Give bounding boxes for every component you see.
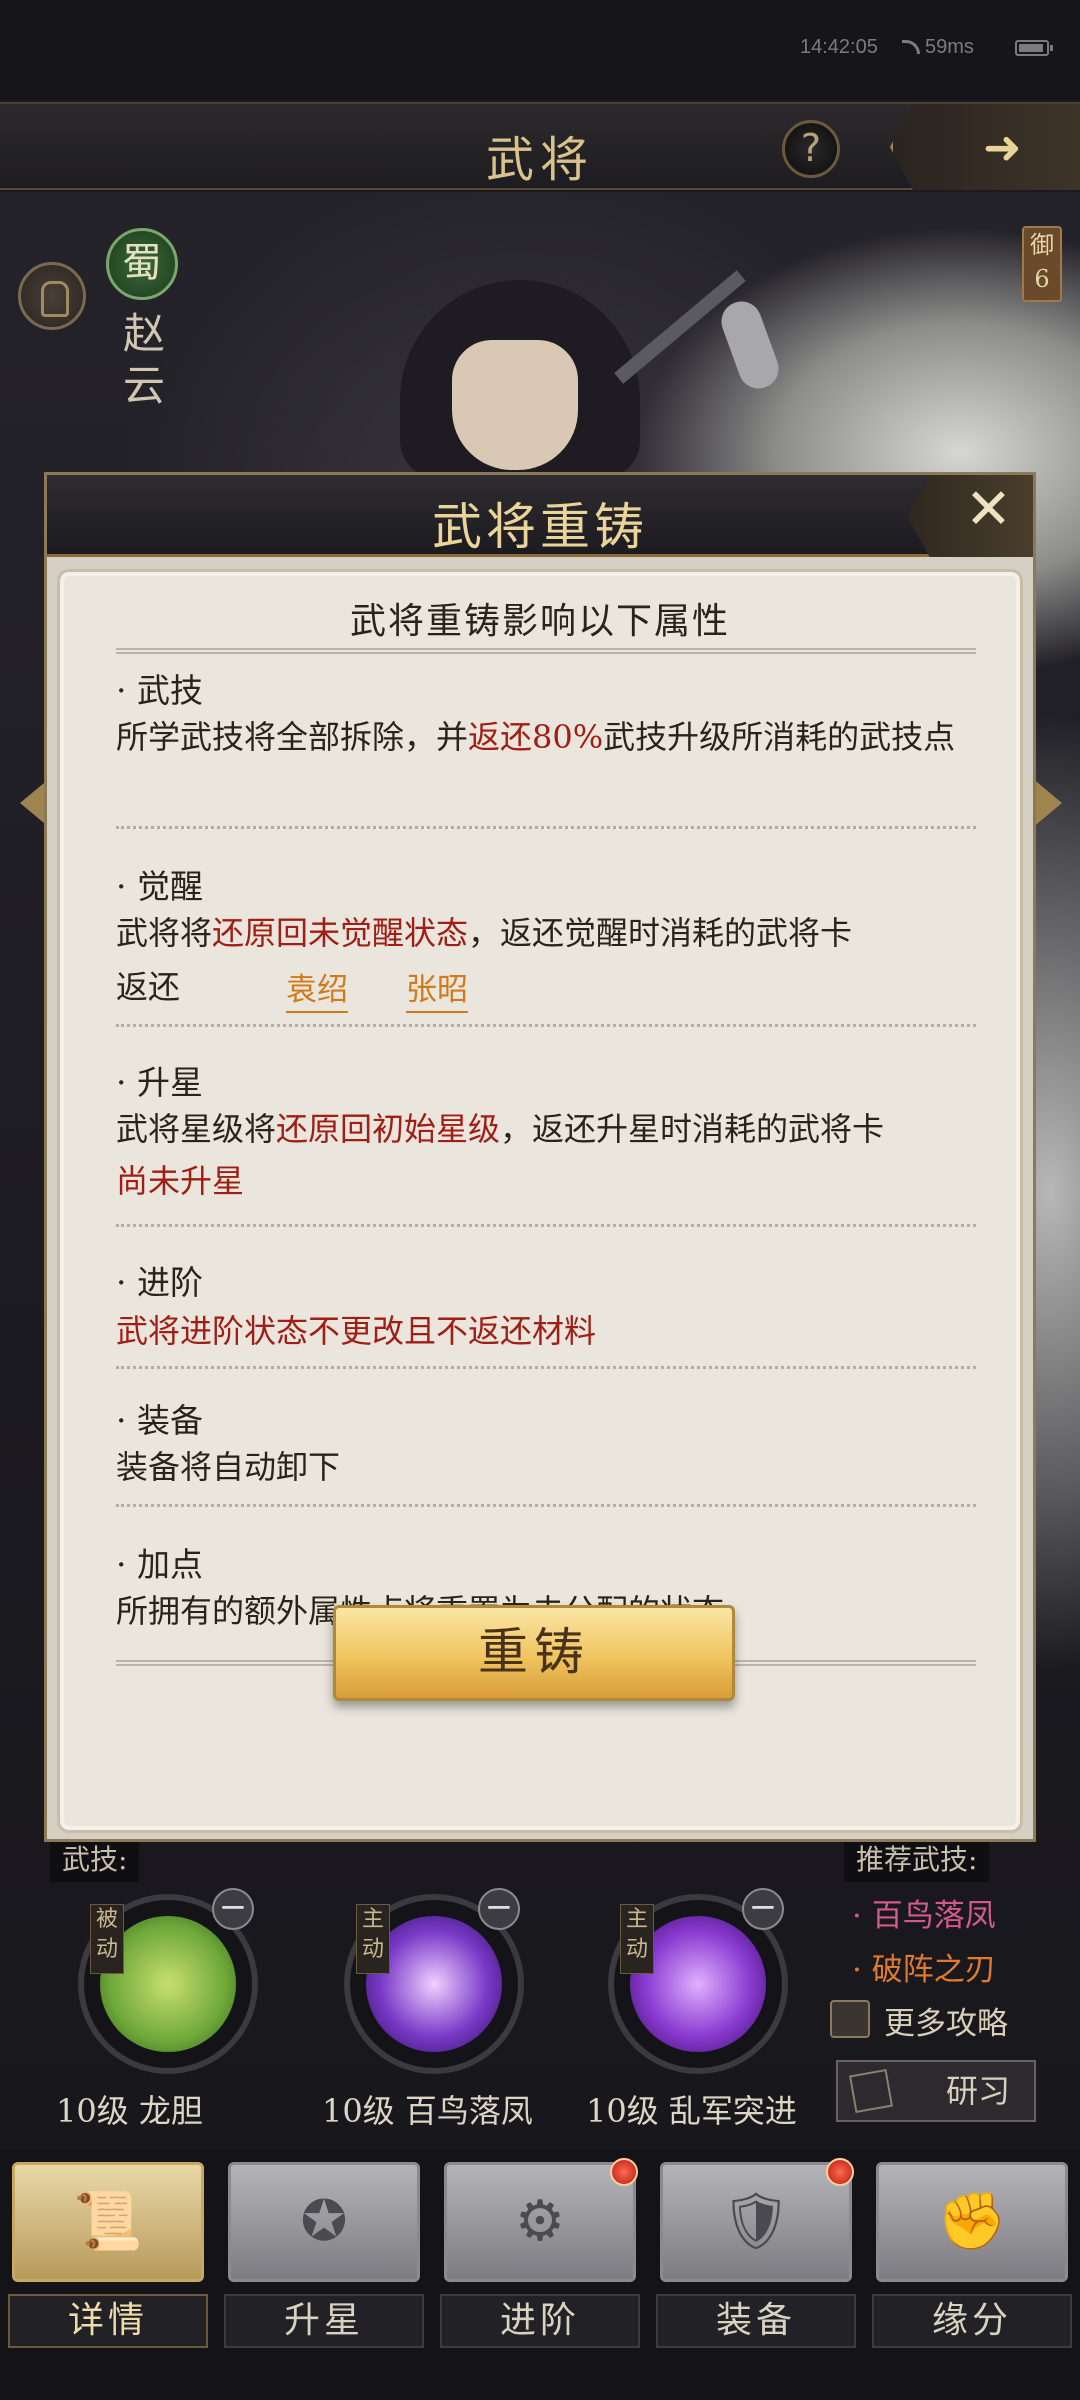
star-medallion-icon: ✪ <box>300 2189 348 2254</box>
battery-icon <box>1015 40 1053 56</box>
text: ，返还升星时消耗的武将卡 <box>500 1110 885 1148</box>
section-awaken-text: 武将将还原回未觉醒状态，返还觉醒时消耗的武将卡 <box>116 908 986 958</box>
back-button[interactable]: ➜ <box>890 104 1080 190</box>
skills-label: 武技: <box>50 1838 140 1882</box>
section-advance-text: 武将进阶状态不更改且不返还材料 <box>116 1312 597 1350</box>
section-star-text: 武将星级将还原回初始星级，返还升星时消耗的武将卡 <box>116 1104 986 1154</box>
section-equip-head: · 装备 <box>116 1401 203 1440</box>
clock: 14:42:05 <box>800 36 878 58</box>
nav-bonds-label: 缘分 <box>872 2294 1072 2348</box>
skill-1-remove-button[interactable]: − <box>212 1888 254 1930</box>
section-skill-text: 所学武技将全部拆除，并返还80%武技升级所消耗的武技点 <box>116 712 986 762</box>
skill-2-name: 10级 百鸟落凤 <box>322 2092 533 2130</box>
bottom-nav: 📜 详情 ✪ 升星 ⚙ 进阶 🛡 装备 ✊ 缘分 <box>0 2150 1080 2400</box>
section-advance-head: · 进阶 <box>116 1263 203 1302</box>
text: 武技升级所消耗的武技点 <box>603 718 956 756</box>
hero-face <box>452 340 578 470</box>
skill-1-type: 被动 <box>90 1904 124 1974</box>
divider <box>116 826 976 829</box>
skill-1-name: 10级 龙胆 <box>56 2092 203 2130</box>
section-star-head: · 升星 <box>116 1063 203 1102</box>
close-icon: ✕ <box>965 477 1012 542</box>
faction-badge: 蜀 <box>106 228 178 300</box>
skill-2-type: 主动 <box>356 1904 390 1974</box>
nav-details-label: 详情 <box>8 2294 208 2348</box>
nav-equipment-label: 装备 <box>656 2294 856 2348</box>
reforge-button[interactable]: 重铸 <box>333 1605 735 1701</box>
notification-dot <box>826 2158 854 2186</box>
return-label: 返还 <box>116 968 181 1006</box>
highlight-text: 还原回初始星级 <box>276 1110 501 1148</box>
recommend-label: 推荐武技: <box>844 1838 990 1882</box>
study-button-label: 研习 <box>945 2072 1010 2110</box>
divider <box>116 1224 976 1227</box>
book-icon <box>830 2000 870 2038</box>
text: ，返还觉醒时消耗的武将卡 <box>468 914 853 952</box>
text: 武将将 <box>116 914 213 952</box>
skill-3-remove-button[interactable]: − <box>742 1888 784 1930</box>
rank-tag: 御6 <box>1022 226 1062 302</box>
nav-advance-label: 进阶 <box>440 2294 640 2348</box>
dialog-header: 武将重铸 ✕ <box>47 475 1033 557</box>
signal-icon <box>902 40 920 54</box>
nav-advance[interactable]: ⚙ 进阶 <box>440 2158 640 2348</box>
emblem-icon[interactable] <box>18 262 86 330</box>
nav-bonds[interactable]: ✊ 缘分 <box>872 2158 1072 2348</box>
section-awaken-head: · 觉醒 <box>116 867 203 906</box>
nav-details[interactable]: 📜 详情 <box>8 2158 208 2348</box>
more-guide-link[interactable]: 更多攻略 <box>884 1998 1008 2043</box>
notification-dot <box>610 2158 638 2186</box>
divider <box>116 648 976 654</box>
dialog-title: 武将重铸 <box>432 498 648 556</box>
scroll-icon <box>848 2068 894 2114</box>
top-header: 武将 ? ➜ <box>0 102 1080 190</box>
highlight-text: 返还80% <box>468 718 604 756</box>
ping-value: 59ms <box>925 36 974 58</box>
star-status-text: 尚未升星 <box>116 1162 245 1200</box>
reforge-dialog: 武将重铸 ✕ 武将重铸影响以下属性 · 武技 所学武技将全部拆除，并返还80%武… <box>44 472 1036 1842</box>
section-equip-text: 装备将自动卸下 <box>116 1448 341 1486</box>
hero-portrait <box>360 270 690 480</box>
section-skill-head: · 武技 <box>116 671 203 710</box>
status-bar: 14:42:05 59ms <box>0 0 1080 100</box>
nav-star-up[interactable]: ✪ 升星 <box>224 2158 424 2348</box>
recommend-skill-1[interactable]: · 百鸟落凤 <box>852 1890 996 1935</box>
help-button[interactable]: ? <box>782 120 840 178</box>
beast-icon: ⚙ <box>514 2189 566 2254</box>
close-button[interactable]: ✕ <box>907 475 1033 557</box>
return-hero-link[interactable]: 张昭 <box>406 964 468 1013</box>
divider <box>116 1366 976 1369</box>
nav-star-up-label: 升星 <box>224 2294 424 2348</box>
skill-3-name: 10级 乱军突进 <box>586 2092 797 2130</box>
section-points-head: · 加点 <box>116 1545 203 1584</box>
skill-2-remove-button[interactable]: − <box>478 1888 520 1930</box>
highlight-text: 还原回未觉醒状态 <box>212 914 469 952</box>
skill-3-type: 主动 <box>620 1904 654 1974</box>
divider <box>116 1024 976 1027</box>
text: 所学武技将全部拆除，并 <box>116 718 469 756</box>
study-button[interactable]: 研习 <box>836 2060 1036 2122</box>
recommend-skill-2[interactable]: · 破阵之刃 <box>852 1944 996 1989</box>
nav-equipment[interactable]: 🛡 装备 <box>656 2158 856 2348</box>
scroll-icon: 📜 <box>73 2189 143 2254</box>
hero-name: 赵云 <box>122 309 165 410</box>
shield-icon: 🛡 <box>720 2189 792 2254</box>
dialog-subtitle: 武将重铸影响以下属性 <box>349 601 730 642</box>
divider <box>116 1504 976 1507</box>
text: 武将星级将 <box>116 1110 277 1148</box>
return-hero-link[interactable]: 袁绍 <box>286 964 348 1013</box>
arrow-right-icon: ➜ <box>983 120 1022 174</box>
handshake-icon: ✊ <box>937 2189 1007 2254</box>
